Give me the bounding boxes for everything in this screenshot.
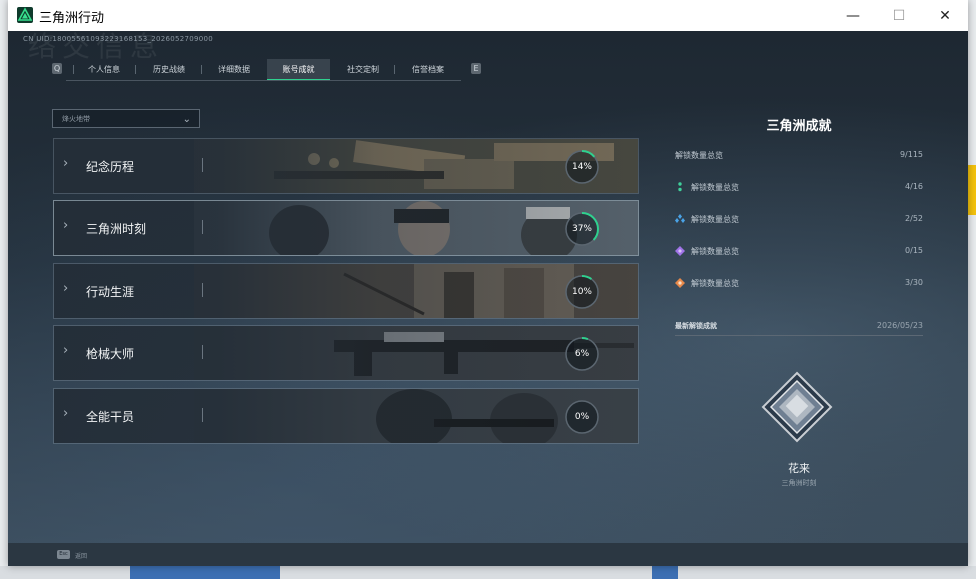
badge-name: 花来 (788, 462, 810, 475)
row-shade (54, 264, 638, 318)
row-shade (54, 139, 638, 193)
category-label: 三角洲时刻 (86, 222, 147, 236)
tab-reputation-record[interactable]: 信誉档案 (402, 59, 454, 81)
category-label: 枪械大师 (86, 347, 135, 361)
chevron-right-icon: › (63, 156, 69, 171)
stat-label: 解锁数量总览 (675, 151, 723, 160)
progress-ring: 14% (563, 148, 601, 186)
total-unlock-stat: 解锁数量总览 9/115 (675, 149, 923, 163)
category-label: 纪念历程 (86, 160, 135, 174)
orange-tier-icon (675, 278, 685, 288)
tab-divider (73, 65, 74, 74)
mode-filter-dropdown[interactable]: 烽火地带 ⌄ (52, 109, 200, 128)
minimize-button[interactable]: — (830, 0, 876, 31)
close-button[interactable]: ✕ (922, 0, 968, 31)
progress-percent: 0% (574, 412, 590, 422)
stat-label: 解锁数量总览 (691, 279, 739, 288)
row-divider (202, 220, 203, 234)
progress-ring: 6% (563, 335, 601, 373)
category-label: 行动生涯 (86, 285, 135, 299)
progress-percent: 10% (571, 287, 592, 297)
window-title: 三角洲行动 (39, 11, 105, 26)
chevron-right-icon: › (63, 343, 69, 358)
category-label: 全能干员 (86, 410, 135, 424)
tab-detailed-data[interactable]: 详细数据 (208, 59, 260, 81)
tab-personal-info[interactable]: 个人信息 (78, 59, 130, 81)
tab-underline (66, 80, 461, 81)
row-divider (202, 283, 203, 297)
purple-tier-icon (675, 246, 685, 256)
tab-divider (135, 65, 136, 74)
tier-stat-green: 解锁数量总览 4/16 (675, 181, 923, 195)
stat-value: 3/30 (905, 278, 923, 287)
row-shade (54, 389, 638, 443)
stat-label: 解锁数量总览 (691, 215, 739, 224)
progress-percent: 37% (571, 224, 592, 234)
tier-stat-purple: 解锁数量总览 0/15 (675, 245, 923, 259)
tier-stat-orange: 解锁数量总览 3/30 (675, 277, 923, 291)
player-uid: CN UID:18005561093223168153_202605270900… (23, 35, 214, 43)
divider (675, 335, 923, 336)
tier-stat-blue: 解锁数量总览 2/52 (675, 213, 923, 227)
tab-match-history[interactable]: 历史战绩 (143, 59, 195, 81)
prev-tab-key[interactable]: Q (52, 63, 62, 74)
category-row-memorial[interactable]: › 纪念历程 14% (53, 138, 639, 194)
progress-ring: 10% (563, 273, 601, 311)
stat-value: 2/52 (905, 214, 923, 223)
tab-divider (201, 65, 202, 74)
next-tab-key[interactable]: E (471, 63, 481, 74)
title-bar: 三角洲行动 — ☐ ✕ (8, 0, 968, 32)
progress-percent: 6% (574, 349, 590, 359)
desktop-window-fragment (652, 566, 678, 579)
panel-title: 三角洲成就 (766, 119, 832, 134)
mode-filter-value: 烽火地带 (62, 115, 90, 123)
row-shade (54, 326, 638, 380)
chevron-right-icon: › (63, 218, 69, 233)
chevron-right-icon: › (63, 406, 69, 421)
chevron-down-icon: ⌄ (182, 114, 191, 125)
stat-label: 解锁数量总览 (691, 247, 739, 256)
category-row-all-round-operator[interactable]: › 全能干员 0% (53, 388, 639, 444)
stat-value: 0/15 (905, 246, 923, 255)
desktop-taskbar-strip (0, 566, 976, 579)
category-row-career[interactable]: › 行动生涯 10% (53, 263, 639, 319)
esc-key-hint[interactable]: Esc (57, 550, 70, 559)
desktop-fragment (968, 165, 976, 215)
row-divider (202, 345, 203, 359)
green-tier-icon (678, 182, 682, 192)
latest-unlock-date: 2026/05/23 (876, 321, 923, 330)
maximize-button[interactable]: ☐ (876, 0, 922, 31)
progress-ring: 0% (563, 398, 601, 436)
stat-value: 9/115 (899, 150, 923, 159)
app-logo-icon (17, 7, 33, 23)
row-divider (202, 158, 203, 172)
footer-bar: Esc 返回 (8, 543, 968, 566)
category-row-delta-moments[interactable]: › 三角洲时刻 37% (53, 200, 639, 256)
back-label: 返回 (75, 553, 88, 560)
stat-value: 4/16 (905, 182, 923, 191)
main-content: 络交信息 CN UID:18005561093223168153_2026052… (8, 31, 968, 543)
progress-percent: 14% (571, 162, 592, 172)
progress-ring: 37% (563, 210, 601, 248)
blue-tier-icon (675, 214, 685, 223)
tab-account-achievements[interactable]: 账号成就 (267, 59, 330, 81)
category-row-weapon-master[interactable]: › 枪械大师 6% (53, 325, 639, 381)
achievement-badge-icon[interactable] (761, 371, 833, 443)
latest-unlock-label: 最新解锁成就 (675, 322, 717, 330)
app-window: 三角洲行动 — ☐ ✕ 络交信息 CN UID:1800556109322316… (8, 0, 968, 566)
row-divider (202, 408, 203, 422)
chevron-right-icon: › (63, 281, 69, 296)
desktop-window-fragment (130, 566, 280, 579)
stat-label: 解锁数量总览 (691, 183, 739, 192)
tab-social-customization[interactable]: 社交定制 (337, 59, 389, 81)
badge-category: 三角洲时刻 (781, 479, 817, 487)
tab-divider (394, 65, 395, 74)
